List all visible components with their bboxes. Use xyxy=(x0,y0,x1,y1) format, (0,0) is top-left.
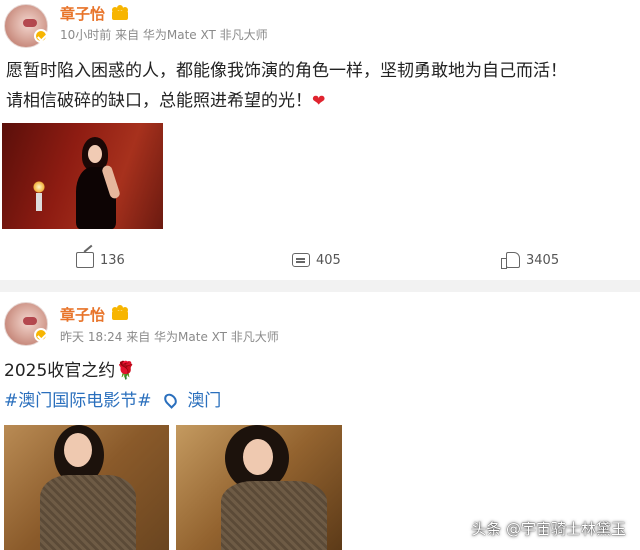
candle-flame xyxy=(33,181,45,193)
like-count: 3405 xyxy=(526,252,560,268)
post-photo-2[interactable] xyxy=(176,425,342,550)
post-text-line-2: 请相信破碎的缺口，总能照进希望的光！❤ xyxy=(6,86,325,116)
person-figure xyxy=(34,425,144,550)
action-bar: 136 405 3405 xyxy=(0,248,640,272)
share-button[interactable]: 136 xyxy=(76,248,125,272)
like-button[interactable]: 3405 xyxy=(501,248,560,272)
candle xyxy=(36,193,42,211)
post-meta: 10小时前 来自 华为Mate XT 非凡大师 xyxy=(60,28,268,42)
watermark: 头条 @宇宙骑士林黛玉 xyxy=(471,520,626,538)
person-figure xyxy=(211,425,331,550)
share-count: 136 xyxy=(100,252,125,268)
verified-badge-icon xyxy=(34,328,48,342)
share-icon xyxy=(76,252,94,268)
author-name[interactable]: 章子怡 xyxy=(60,304,105,325)
author-name[interactable]: 章子怡 xyxy=(60,3,105,24)
comment-button[interactable]: 405 xyxy=(292,248,341,272)
location-link[interactable]: 澳门 xyxy=(187,391,221,411)
location-pin-icon xyxy=(161,391,180,409)
post-photo-1[interactable] xyxy=(4,425,169,550)
crown-icon xyxy=(112,5,128,20)
post-photo[interactable] xyxy=(2,123,163,229)
post-text-line-1: 愿暂时陷入困惑的人，都能像我饰演的角色一样，坚韧勇敢地为自己而活！ xyxy=(6,61,567,81)
post-tags: #澳门国际电影节# 澳门 xyxy=(4,386,221,411)
hashtag-link[interactable]: #澳门国际电影节# xyxy=(4,391,152,411)
like-icon xyxy=(501,252,520,269)
person-figure xyxy=(72,137,122,229)
heart-emoji: ❤ xyxy=(312,91,326,110)
comment-icon xyxy=(292,253,310,267)
weibo-post-1: 章子怡 10小时前 来自 华为Mate XT 非凡大师 愿暂时陷入困惑的人，都能… xyxy=(0,0,640,280)
verified-badge-icon xyxy=(34,29,48,43)
comment-count: 405 xyxy=(316,252,341,268)
crown-icon xyxy=(112,305,128,320)
post-text: 2025收官之约🌹 xyxy=(4,361,137,381)
post-meta: 昨天 18:24 来自 华为Mate XT 非凡大师 xyxy=(60,330,279,344)
